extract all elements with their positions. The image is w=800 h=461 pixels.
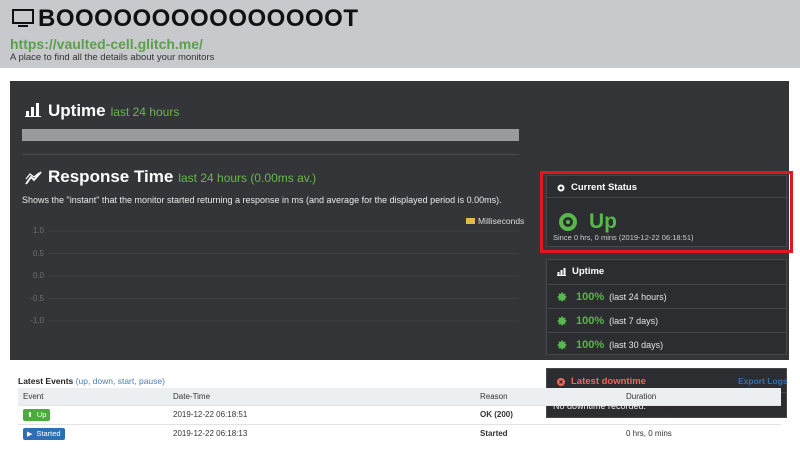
duration-cell: 0 hrs, 0 mins [621,423,781,443]
y-tick-label: -1.0 [30,316,44,325]
event-cell: ▶ Started [18,423,168,443]
badge-check-icon [557,291,567,302]
uptime-summary-title-label: Uptime [572,266,605,277]
event-label: Up [36,410,47,419]
uptime-row-7d: 100% (last 7 days) [547,308,786,332]
latest-events-subtitle: (up, down, start, pause) [75,376,165,386]
bar-chart-icon [557,267,566,276]
datetime-cell: 2019-12-22 06:18:51 [168,404,475,424]
uptime-summary-title: Uptime [557,266,604,277]
response-time-description: Shows the "instant" that the monitor sta… [22,195,502,205]
table-row: ⬆ Up 2019-12-22 06:18:51 OK (200) 0 hrs,… [18,404,781,424]
event-label: Started [36,429,61,439]
play-icon: ▶ [27,430,33,438]
datetime-cell: 2019-12-22 06:18:13 [168,423,475,443]
uptime-heading-label: Uptime [48,101,106,120]
status-text: Up [589,210,617,233]
uptime-period: (last 24 hours) [609,291,667,302]
badge-check-icon [557,339,567,350]
column-header: Date-Time [168,388,475,405]
site-description: A place to find all the details about yo… [10,52,215,63]
response-time-heading-period: last 24 hours (0.00ms av.) [178,171,317,185]
uptime-heading: Uptime last 24 hours [48,101,179,121]
events-table-header: Event Date-Time Reason Duration [18,388,781,405]
status-since: Since 0 hrs, 0 mins (2019-12-22 06:18:51… [553,233,694,242]
uptime-timeline-bar [22,129,519,141]
y-tick-label: 1.0 [32,226,44,235]
monitor-icon [12,9,34,27]
uptime-row-30d: 100% (last 30 days) [547,332,786,356]
page-header: BOOOOOOOOOOOOOOOT https://vaulted-cell.g… [0,0,800,68]
current-status-title-label: Current Status [571,182,637,193]
column-header: Event [18,388,168,405]
uptime-percent: 100% [576,290,605,303]
latest-events-title: Latest Events (up, down, start, pause) [18,376,165,386]
monitor-panel: Uptime last 24 hours Response Time last 24… [10,81,793,418]
uptime-row-24h: 100% (last 24 hours) [547,284,786,308]
status-dot-icon [557,184,565,191]
current-status-box: Current Status Up Since 0 hrs, 0 mins (2… [546,175,787,247]
status-up-icon [559,213,577,231]
reason-cell: Started [475,423,621,443]
response-time-chart[interactable]: 1.0 0.5 0.0 -0.5 -1.0 [22,223,519,333]
response-time-heading-label: Response Time [48,167,174,186]
line-chart-icon [25,171,42,185]
status-divider [547,197,786,198]
column-header: Duration [621,388,781,405]
y-tick-label: 0.5 [32,248,44,258]
column-header: Reason [475,388,621,405]
latest-downtime-title: Latest downtime [557,376,646,387]
uptime-percent: 100% [576,338,605,351]
y-tick-label: 0.0 [32,271,44,280]
latest-events-title-label: Latest Events [18,376,74,386]
duration-cell: 0 hrs, 0 mins [621,404,781,424]
error-circle-icon [557,377,565,386]
site-title: BOOOOOOOOOOOOOOOT [38,5,359,32]
arrow-up-icon: ⬆ [27,411,33,419]
latest-downtime-title-label: Latest downtime [571,376,646,387]
uptime-period: (last 30 days) [609,339,664,350]
site-url-link[interactable]: https://vaulted-cell.glitch.me/ [10,36,203,52]
bar-chart-icon [25,103,41,117]
events-table: Event Date-Time Reason Duration ⬆ Up 201… [18,388,781,443]
event-badge-started: ▶ Started [23,427,65,440]
export-logs-link[interactable]: Export Logs [738,376,788,386]
uptime-percent: 100% [576,314,605,327]
event-cell: ⬆ Up [18,404,168,424]
uptime-heading-period: last 24 hours [110,105,180,119]
chart-plot-area [48,230,519,322]
event-badge-up: ⬆ Up [23,408,51,421]
status-value: Up [559,210,617,234]
reason-cell: OK (200) [475,404,621,424]
y-tick-label: -0.5 [30,293,44,303]
response-time-heading: Response Time last 24 hours (0.00ms av.) [48,167,316,187]
current-status-title: Current Status [557,182,637,193]
table-row: ▶ Started 2019-12-22 06:18:13 Started 0 … [18,423,781,443]
section-divider [22,154,519,155]
badge-check-icon [557,315,567,326]
uptime-period: (last 7 days) [609,315,659,326]
uptime-summary-box: Uptime 100% (last 24 hours) 100% (last 7… [546,259,787,355]
